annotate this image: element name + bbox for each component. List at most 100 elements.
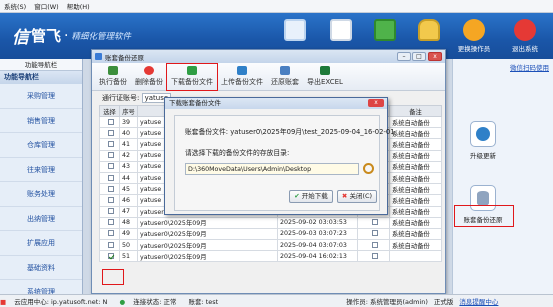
export-excel-button[interactable]: 导出EXCEL bbox=[303, 64, 347, 90]
restore-icon bbox=[280, 66, 290, 75]
row-remark: 系统自动备份 bbox=[389, 183, 442, 196]
maximize-button[interactable]: □ bbox=[412, 52, 426, 61]
sidebar-tab[interactable]: 功能导航栏 bbox=[0, 59, 82, 71]
upgrade-tile[interactable]: 升级更新 bbox=[459, 121, 507, 160]
menu-window[interactable]: 窗口(W) bbox=[30, 1, 63, 11]
row-remark: 系统自动备份 bbox=[389, 171, 442, 185]
query-label: 通行证账号: bbox=[102, 94, 140, 102]
checkbox[interactable] bbox=[107, 174, 114, 181]
status-operator: 操作员: 系统管理员(admin) bbox=[346, 298, 428, 306]
checkbox[interactable] bbox=[107, 118, 114, 125]
row-time: 2025-09-04 16:02:13 bbox=[277, 250, 358, 263]
sidebar-item-extensions[interactable]: 扩展应用 bbox=[0, 231, 82, 256]
status-cloud: ■ 云应用中心: ip.yatusoft.net: N bbox=[0, 296, 113, 306]
dialog-close-x-button[interactable]: x bbox=[368, 99, 384, 107]
checkbox[interactable] bbox=[107, 163, 114, 170]
directory-prompt: 请选择下载的备份文件的存放目录: bbox=[185, 149, 290, 157]
row-remark: 系统自动备份 bbox=[389, 194, 442, 207]
table-row[interactable]: 48 yatuser0\2025年09月 2025-09-02 03:03:53 系统… bbox=[99, 216, 442, 229]
checkbox[interactable] bbox=[107, 185, 114, 192]
checkbox[interactable] bbox=[107, 152, 114, 159]
restore-account-button[interactable]: 还原账套 bbox=[267, 64, 303, 90]
checkbox[interactable] bbox=[107, 196, 114, 203]
sidebar-item-bookkeeping[interactable]: 账务处理 bbox=[0, 182, 82, 207]
book-icon[interactable] bbox=[374, 19, 396, 41]
row-no: 43 bbox=[119, 160, 138, 173]
row-checkbox[interactable] bbox=[99, 183, 120, 196]
checkbox[interactable] bbox=[107, 208, 114, 215]
table-row[interactable]: 50 yatuser0\2025年09月 2025-09-04 03:07:03 系统… bbox=[99, 239, 442, 252]
row-checkbox[interactable] bbox=[99, 194, 120, 207]
row-remark: 系统自动备份 bbox=[389, 239, 442, 252]
switch-operator-button[interactable]: 更换操作员 bbox=[454, 17, 494, 57]
row-remark: 系统自动备份 bbox=[389, 149, 442, 162]
row-checkbox[interactable] bbox=[99, 216, 120, 229]
row-checkbox[interactable] bbox=[99, 127, 120, 140]
col-select: 选择 bbox=[99, 105, 120, 117]
row-no: 49 bbox=[119, 227, 138, 241]
wechat-scan-link[interactable]: 微信扫码使用 bbox=[510, 62, 549, 72]
row-checkbox[interactable] bbox=[99, 205, 120, 218]
message-center-link[interactable]: 消息提醒中心 bbox=[459, 296, 498, 306]
sidebar-item-sales[interactable]: 销售管理 bbox=[0, 109, 82, 133]
row-checkbox[interactable] bbox=[99, 227, 120, 241]
checkbox[interactable] bbox=[107, 230, 114, 237]
row-checkbox[interactable] bbox=[99, 160, 120, 173]
row-checkbox[interactable] bbox=[99, 239, 120, 252]
checkbox[interactable] bbox=[107, 129, 114, 136]
row-checkbox[interactable] bbox=[99, 149, 120, 162]
checkbox[interactable] bbox=[107, 140, 114, 147]
status-account: 账套: test bbox=[188, 298, 219, 306]
row-checkbox[interactable] bbox=[99, 250, 120, 263]
exit-system-button[interactable]: 退出系统 bbox=[505, 17, 545, 57]
checkbox[interactable] bbox=[371, 252, 378, 259]
row-checkbox[interactable] bbox=[99, 138, 120, 151]
checkbox[interactable] bbox=[371, 230, 378, 237]
table-row[interactable]: 49 yatuser0\2025年09月 2025-09-03 03:07:23 系统… bbox=[99, 227, 442, 241]
right-panel: 微信扫码使用 升级更新 账套备份还原 bbox=[452, 59, 553, 294]
sidebar-item-basic-data[interactable]: 基础资料 bbox=[0, 256, 82, 280]
checkbox[interactable] bbox=[371, 219, 378, 226]
backup-file-label: 账套备份文件: yatuser0\2025年09月\test_2025-09-0… bbox=[185, 128, 395, 136]
row-checkbox[interactable] bbox=[99, 115, 120, 129]
lock-icon[interactable] bbox=[418, 19, 440, 41]
checkbox[interactable] bbox=[371, 241, 378, 248]
minimize-button[interactable]: – bbox=[397, 52, 411, 61]
col-no: 序号 bbox=[119, 105, 138, 117]
checkbox[interactable] bbox=[107, 219, 114, 226]
start-download-button[interactable]: ✔ 开始下载 bbox=[289, 190, 333, 203]
document-icon[interactable] bbox=[330, 19, 352, 41]
window-title: 账套备份还原 bbox=[105, 53, 144, 62]
sidebar-item-warehouse[interactable]: 仓库管理 bbox=[0, 133, 82, 158]
row-file: yatuser0\2025年09月 bbox=[137, 216, 278, 229]
switch-operator-label: 更换操作员 bbox=[457, 45, 491, 53]
upload-backup-button[interactable]: 上传备份文件 bbox=[217, 64, 267, 90]
brand-name: 管飞 bbox=[31, 27, 62, 45]
sidebar-item-accounts[interactable]: 往来管理 bbox=[0, 158, 82, 182]
dialog-title: 下载账套备份文件 bbox=[169, 99, 221, 107]
menu-system[interactable]: 系统(S) bbox=[0, 1, 30, 11]
execute-backup-button[interactable]: 执行备份 bbox=[95, 64, 131, 90]
row-checkbox[interactable] bbox=[99, 171, 120, 185]
window-app-icon bbox=[95, 53, 102, 60]
status-connection: ● 连接状态: 正常 bbox=[119, 296, 182, 306]
sidebar-item-cashier[interactable]: 出纳管理 bbox=[0, 207, 82, 231]
window-close-button[interactable]: x bbox=[428, 52, 442, 61]
checkbox[interactable] bbox=[107, 241, 114, 248]
row-flag bbox=[357, 239, 390, 252]
start-download-label: 开始下载 bbox=[301, 192, 328, 200]
row-remark: 系统自动备份 bbox=[389, 115, 442, 129]
directory-path-input[interactable]: D:\360MoveData\Users\Admin\Desktop bbox=[185, 163, 359, 175]
checkbox[interactable] bbox=[107, 252, 114, 259]
monitor-icon[interactable] bbox=[284, 19, 306, 41]
sidebar-item-purchase[interactable]: 采购管理 bbox=[0, 84, 82, 109]
dialog-close-button[interactable]: ✖ 关闭(C) bbox=[337, 190, 377, 203]
browse-folder-icon[interactable] bbox=[363, 163, 374, 174]
row-remark: 系统自动备份 bbox=[389, 127, 442, 140]
delete-backup-button[interactable]: 删除备份 bbox=[131, 64, 167, 90]
download-backup-button[interactable]: 下载备份文件 bbox=[166, 62, 218, 91]
menu-help[interactable]: 帮助(H) bbox=[63, 1, 94, 11]
row-no: 45 bbox=[119, 183, 138, 196]
row-time: 2025-09-02 03:03:53 bbox=[277, 216, 358, 229]
table-row[interactable]: 51 yatuser0\2025年09月 2025-09-04 16:02:13 bbox=[99, 250, 442, 263]
